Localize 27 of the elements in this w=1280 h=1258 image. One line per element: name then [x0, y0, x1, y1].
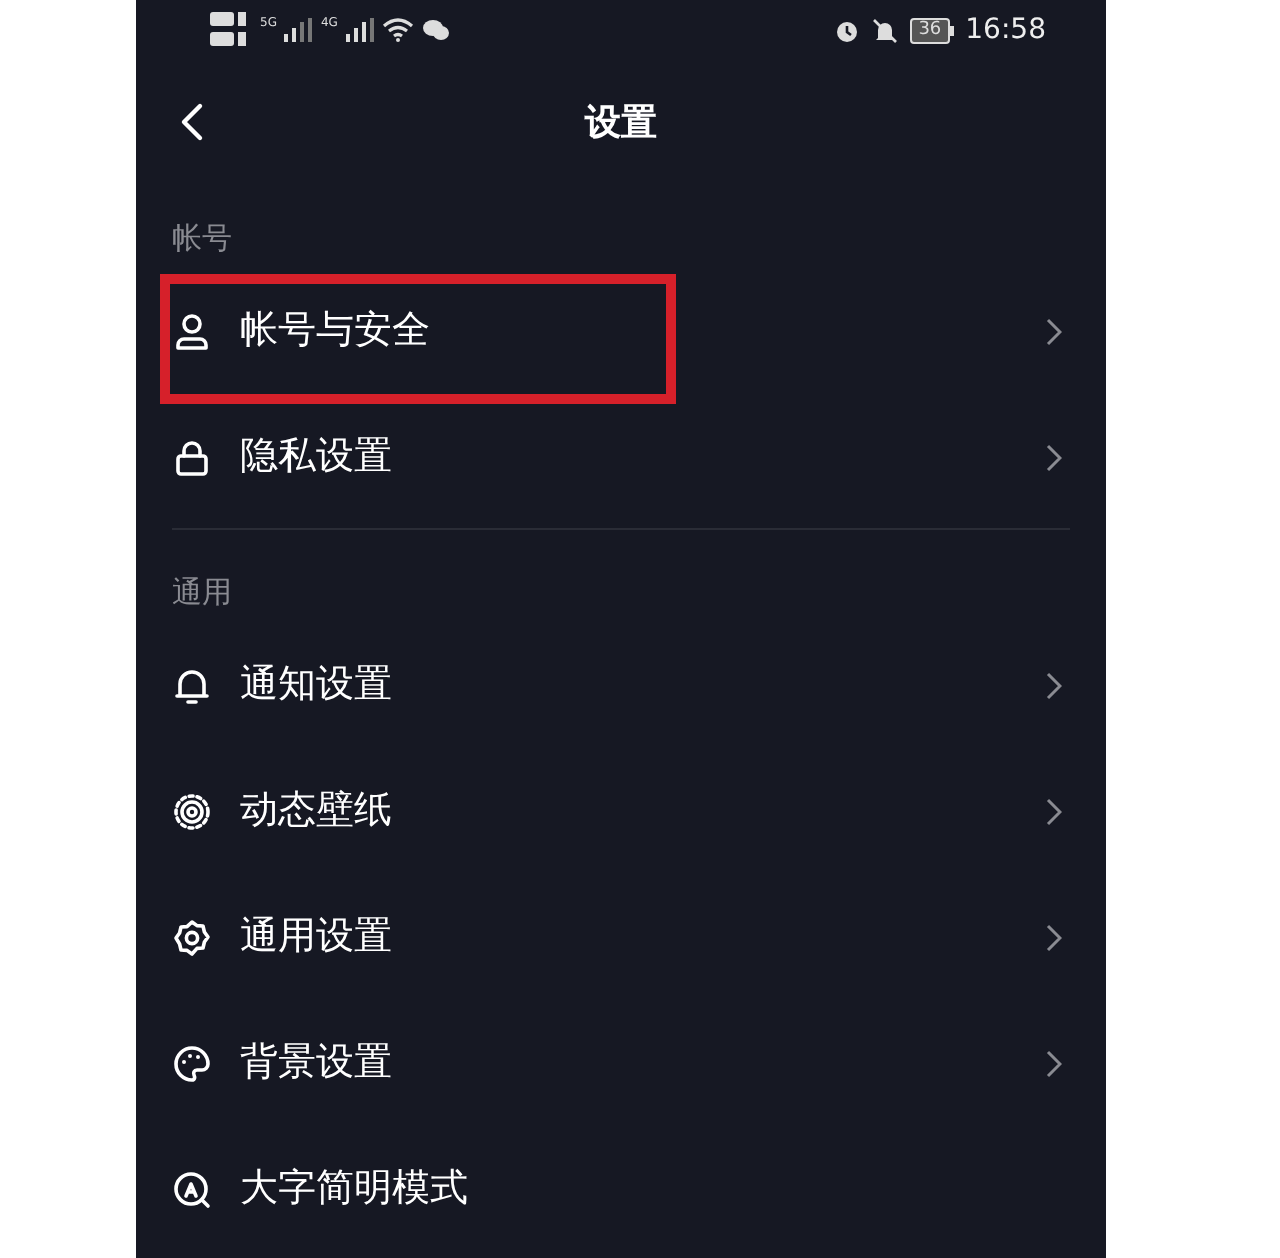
- mute-icon: [872, 17, 899, 43]
- section-label: 通用: [172, 571, 232, 614]
- alarm-icon: [834, 17, 861, 43]
- settings-item[interactable]: 通用设置: [136, 874, 1106, 1000]
- gear-icon: [172, 917, 212, 957]
- settings-item[interactable]: 隐私设置: [136, 394, 1106, 520]
- chat-icon: [421, 18, 450, 42]
- settings-item[interactable]: 通知设置: [136, 622, 1106, 748]
- settings-item[interactable]: 帐号与安全: [136, 268, 1106, 394]
- bell-icon: [172, 665, 212, 705]
- settings-item[interactable]: 动态壁纸: [136, 748, 1106, 874]
- magnifier-icon: [172, 1169, 212, 1209]
- signal-icon: [345, 18, 374, 42]
- wifi-icon: [381, 18, 414, 42]
- clock: 16:58: [965, 11, 1046, 49]
- battery-icon: 36: [910, 17, 954, 43]
- section-label: 帐号: [172, 217, 232, 260]
- person-icon: [172, 311, 212, 351]
- signal-icon: [284, 18, 313, 42]
- page-title: 设置: [585, 99, 657, 147]
- palette-icon: [172, 1043, 212, 1083]
- settings-item[interactable]: 大字简明模式: [136, 1126, 1106, 1252]
- settings-item[interactable]: 背景设置: [136, 1000, 1106, 1126]
- target-icon: [172, 791, 212, 831]
- lock-icon: [172, 437, 212, 477]
- back-icon: [180, 102, 204, 142]
- sim-icon: [208, 10, 252, 50]
